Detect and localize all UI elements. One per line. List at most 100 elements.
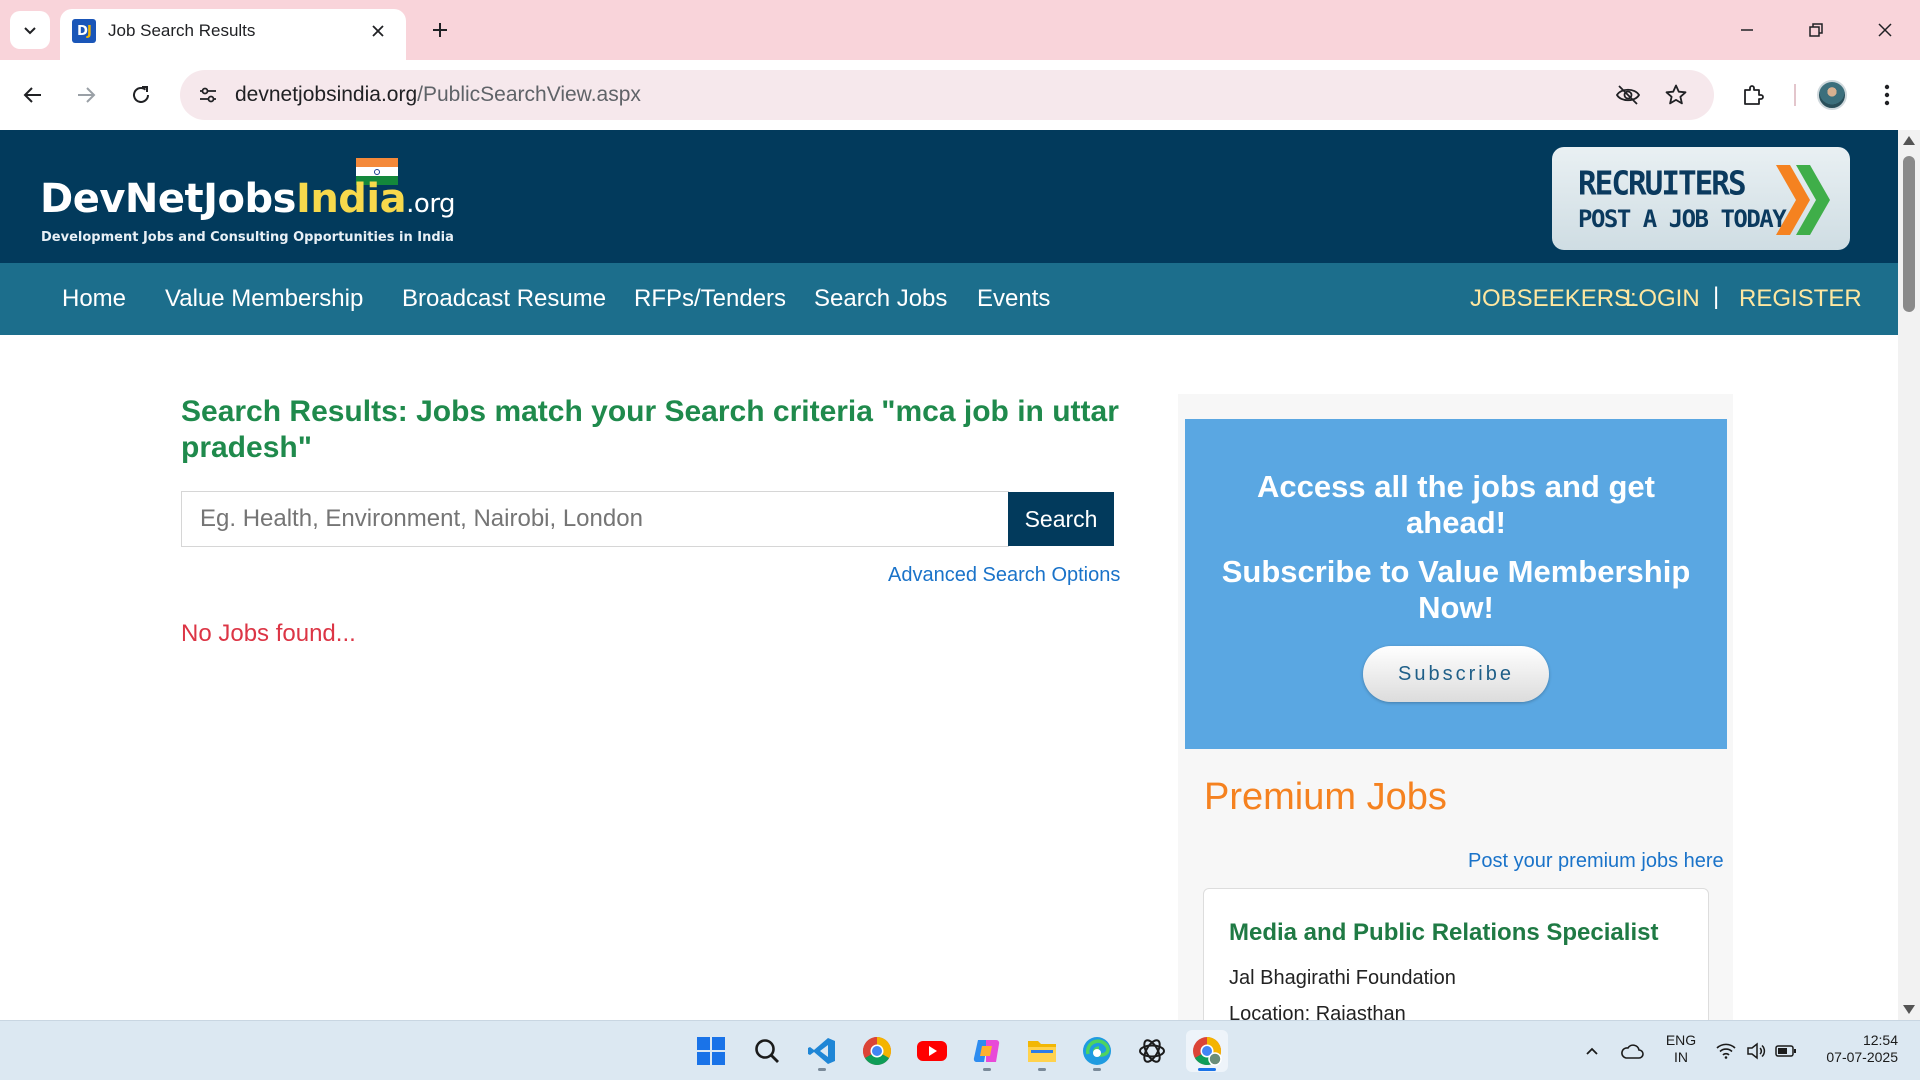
chevron-up-icon: [1586, 1047, 1598, 1055]
cloud-icon: [1621, 1044, 1644, 1059]
premium-job-card[interactable]: Media and Public Relations Specialist Ja…: [1203, 888, 1709, 1020]
site-header: DevNetJobsIndia.org Development Jobs and…: [0, 130, 1898, 263]
reload-icon: [133, 86, 149, 103]
tracking-protection-button[interactable]: [1614, 81, 1642, 109]
jobseekers-label: JOBSEEKERS:: [1470, 285, 1637, 312]
sidebar: Access all the jobs and get ahead! Subsc…: [1178, 394, 1733, 1020]
taskbar-chatgpt[interactable]: [1131, 1030, 1173, 1072]
nav-separator: |: [1713, 283, 1720, 310]
subscribe-button[interactable]: Subscribe: [1363, 646, 1549, 702]
job-title-link[interactable]: Media and Public Relations Specialist: [1229, 919, 1658, 947]
nav-item-broadcast-resume[interactable]: Broadcast Resume: [402, 285, 606, 313]
site-favicon-icon: DJ: [72, 19, 96, 43]
search-button[interactable]: Search: [1008, 492, 1114, 546]
scrollbar-thumb[interactable]: [1903, 156, 1915, 312]
clock[interactable]: 12:54 07-07-2025: [1808, 1032, 1898, 1066]
taskbar-file-explorer[interactable]: [1021, 1030, 1063, 1072]
arrow-right-icon: [78, 87, 96, 103]
promo-headline: Access all the jobs and get ahead!: [1257, 469, 1655, 540]
start-button[interactable]: [690, 1030, 732, 1072]
forward-button[interactable]: [67, 76, 105, 114]
active-indicator: [1198, 1068, 1216, 1071]
extensions-button[interactable]: [1734, 76, 1772, 114]
search-icon: [755, 1039, 779, 1063]
running-indicator: [818, 1068, 826, 1071]
browser-tab-active[interactable]: DJ Job Search Results: [60, 9, 406, 60]
onedrive-button[interactable]: [1620, 1039, 1644, 1063]
running-indicator: [1038, 1068, 1046, 1071]
promo-subheadline: Subscribe to Value Membership Now!: [1221, 554, 1691, 625]
chrome-icon: [863, 1037, 891, 1065]
scroll-down-arrow-icon[interactable]: [1903, 1005, 1915, 1014]
language-indicator[interactable]: ENG IN: [1665, 1032, 1697, 1066]
nav-item-search-jobs[interactable]: Search Jobs: [814, 285, 947, 313]
running-indicator: [983, 1068, 991, 1071]
job-search-input[interactable]: [181, 491, 1009, 547]
site-info-button[interactable]: [194, 81, 222, 109]
nav-item-events[interactable]: Events: [977, 285, 1050, 313]
site-logo[interactable]: DevNetJobsIndia.org Development Jobs and…: [40, 156, 456, 246]
taskbar-search-button[interactable]: [746, 1030, 788, 1072]
toolbar-divider: [1794, 84, 1796, 106]
minimize-button[interactable]: [1724, 12, 1770, 48]
browser-tab-strip: DJ Job Search Results: [0, 0, 1920, 60]
new-tab-button[interactable]: [424, 14, 456, 46]
login-link[interactable]: LOGIN: [1625, 285, 1700, 313]
puzzle-icon: [1744, 85, 1764, 105]
chrome-profile-icon: [1193, 1037, 1222, 1066]
copilot-icon: [973, 1039, 1000, 1062]
restore-button[interactable]: [1793, 12, 1839, 48]
profile-avatar[interactable]: [1817, 80, 1847, 110]
close-icon: [372, 25, 384, 37]
url-text: devnetjobsindia.org/PublicSearchView.asp…: [235, 83, 641, 107]
banner-line-1: RECRUITERS: [1578, 165, 1747, 203]
url-path: /PublicSearchView.aspx: [417, 83, 641, 106]
region-code: IN: [1674, 1049, 1688, 1065]
browser-menu-button[interactable]: [1868, 76, 1906, 114]
web-page: DevNetJobsIndia.org Development Jobs and…: [0, 130, 1898, 1020]
speaker-icon: [1747, 1042, 1766, 1060]
arrow-left-icon: [23, 87, 41, 103]
tab-close-button[interactable]: [366, 19, 390, 43]
volume-status[interactable]: [1744, 1039, 1768, 1063]
running-indicator: [1093, 1068, 1101, 1071]
taskbar-chrome-profile[interactable]: [1186, 1030, 1228, 1072]
windows-taskbar: ENG IN 12:54 07-07-2025: [0, 1020, 1920, 1080]
post-premium-jobs-link[interactable]: Post your premium jobs here: [1468, 850, 1724, 873]
minimize-icon: [1741, 29, 1753, 31]
search-results-heading: Search Results: Jobs match your Search c…: [181, 395, 1119, 464]
recruiters-post-job-banner[interactable]: RECRUITERS POST A JOB TODAY: [1552, 147, 1850, 250]
show-hidden-icons-button[interactable]: [1580, 1039, 1604, 1063]
youtube-icon: [917, 1041, 947, 1061]
taskbar-youtube[interactable]: [911, 1030, 953, 1072]
address-bar[interactable]: devnetjobsindia.org/PublicSearchView.asp…: [180, 70, 1714, 120]
nav-item-rfps-tenders[interactable]: RFPs/Tenders: [634, 285, 786, 313]
close-icon: [1878, 23, 1892, 37]
job-organization: Jal Bhagirathi Foundation: [1229, 967, 1456, 989]
taskbar-copilot[interactable]: [966, 1030, 1008, 1072]
back-button[interactable]: [14, 76, 52, 114]
no-results-message: No Jobs found...: [181, 620, 356, 647]
vscode-icon: [808, 1038, 835, 1064]
url-domain: devnetjobsindia.org: [235, 83, 418, 106]
bookmark-button[interactable]: [1662, 81, 1690, 109]
taskbar-vscode[interactable]: [801, 1030, 843, 1072]
language-code: ENG: [1665, 1032, 1697, 1048]
battery-status[interactable]: [1774, 1039, 1798, 1063]
plus-icon: [433, 23, 447, 37]
scroll-up-arrow-icon[interactable]: [1903, 136, 1915, 145]
tab-search-button[interactable]: [10, 11, 50, 49]
banner-line-2: POST A JOB TODAY: [1578, 205, 1787, 233]
register-link[interactable]: REGISTER: [1739, 285, 1862, 313]
wifi-status[interactable]: [1714, 1039, 1738, 1063]
page-scrollbar[interactable]: [1898, 130, 1920, 1020]
main-navigation: Home Value Membership Broadcast Resume R…: [0, 263, 1898, 335]
nav-item-value-membership[interactable]: Value Membership: [165, 285, 363, 313]
taskbar-chrome[interactable]: [856, 1030, 898, 1072]
close-window-button[interactable]: [1862, 12, 1908, 48]
reload-button[interactable]: [122, 76, 160, 114]
advanced-search-link[interactable]: Advanced Search Options: [888, 564, 1120, 587]
eye-off-icon: [1615, 85, 1641, 105]
nav-item-home[interactable]: Home: [62, 285, 126, 313]
taskbar-edge[interactable]: [1076, 1030, 1118, 1072]
